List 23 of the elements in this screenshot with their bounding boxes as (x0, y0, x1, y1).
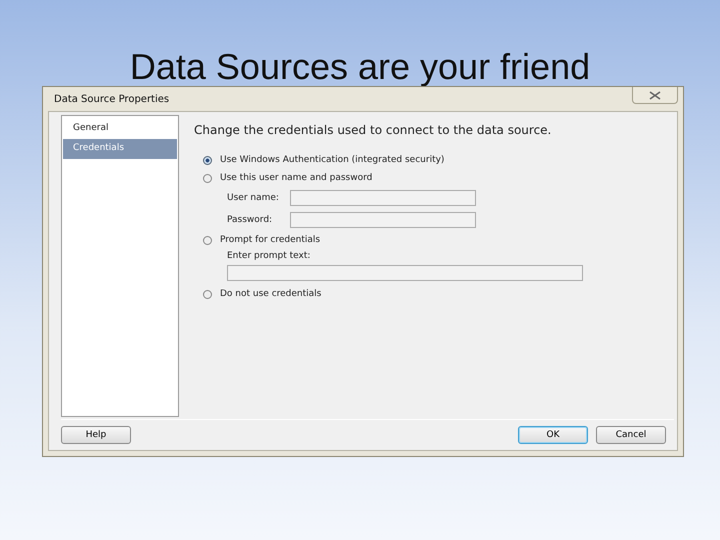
field-label: Password: (227, 215, 274, 225)
close-icon (649, 90, 661, 100)
section-heading: Change the credentials used to connect to the data source. (194, 123, 552, 137)
option-label: Use this user name and password (220, 173, 372, 183)
input-field[interactable] (227, 265, 583, 281)
radio-button[interactable] (203, 156, 212, 164)
radio-button[interactable] (203, 290, 212, 298)
help-button[interactable]: Help (61, 426, 131, 444)
window-title: Data Source Properties (53, 94, 170, 104)
input-field[interactable] (290, 212, 476, 228)
cancel-button[interactable]: Cancel (596, 426, 666, 444)
option-label: Use Windows Authentication (integrated security) (220, 155, 444, 165)
ok-button[interactable]: OK (518, 426, 588, 444)
option-label: Prompt for credentials (220, 235, 320, 245)
field-label: User name: (227, 193, 280, 203)
slide-title: Data Sources are your friend (128, 45, 592, 86)
radio-button[interactable] (203, 174, 212, 182)
option-label: Do not use credentials (220, 289, 322, 299)
input-field[interactable] (290, 190, 476, 206)
field-label: Enter prompt text: (227, 251, 312, 261)
nav-item[interactable]: General (63, 119, 177, 139)
radio-button[interactable] (203, 236, 212, 244)
close-button[interactable] (632, 87, 678, 104)
